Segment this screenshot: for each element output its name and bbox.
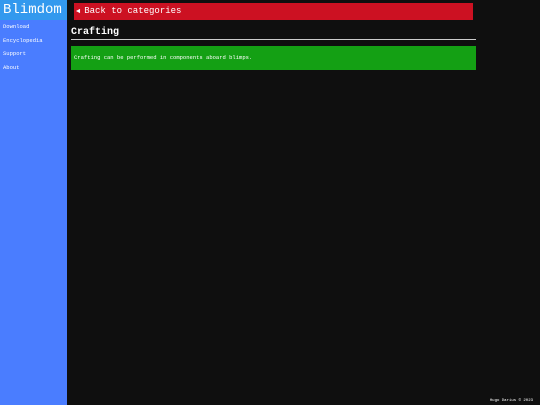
sidebar: Blimdom Download Encyclopedia Support Ab… [0,0,67,405]
site-logo[interactable]: Blimdom [0,0,67,20]
sidebar-nav: Download Encyclopedia Support About [0,20,67,74]
left-triangle-arrow-icon: ◄ [76,8,81,16]
page: Blimdom Download Encyclopedia Support Ab… [0,0,540,405]
footer-copyright: Hugo Darius © 2023 [489,399,533,403]
page-title: Crafting [71,26,476,40]
content-description: Crafting can be performed in components … [71,46,476,70]
back-button-label: Back to categories [84,6,182,16]
sidebar-item-download[interactable]: Download [0,20,67,34]
main-content: ◄ Back to categories Crafting Crafting ca… [67,0,540,405]
sidebar-item-encyclopedia[interactable]: Encyclopedia [0,34,67,48]
sidebar-item-support[interactable]: Support [0,47,67,61]
back-to-categories-button[interactable]: ◄ Back to categories [74,3,473,20]
sidebar-item-about[interactable]: About [0,61,67,75]
